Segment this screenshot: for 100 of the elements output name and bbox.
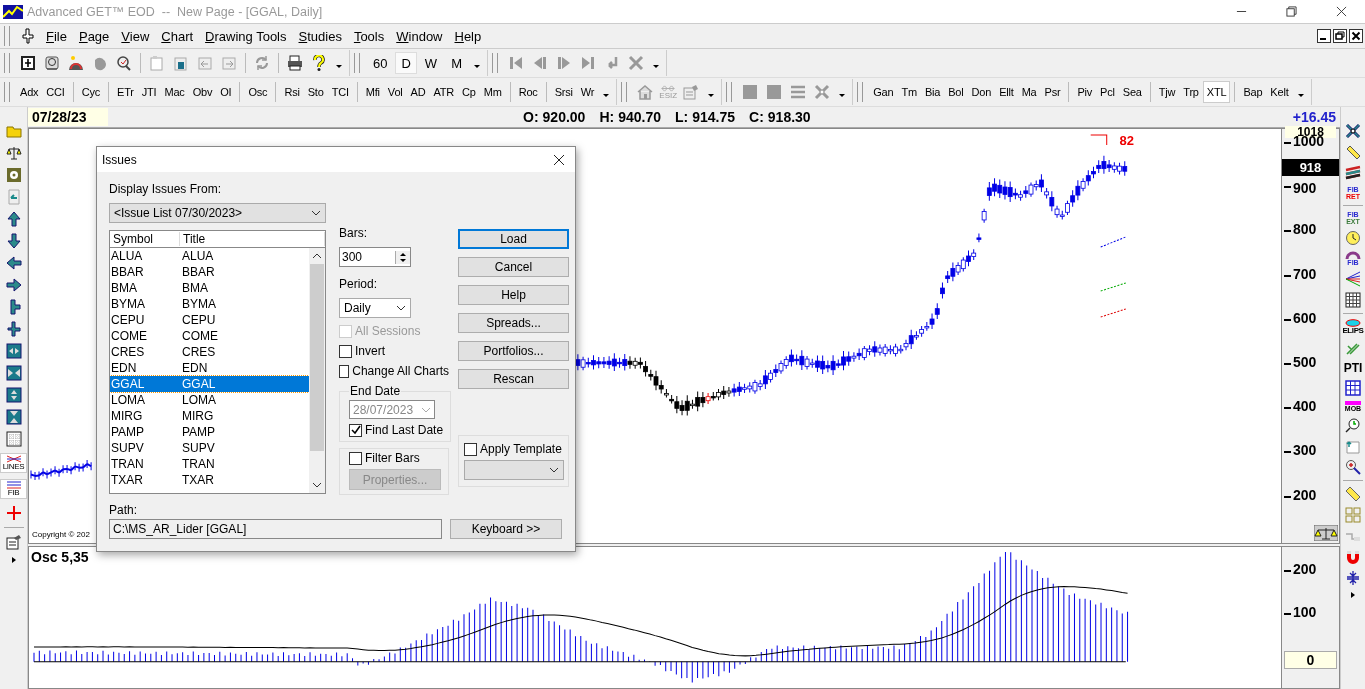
study-button[interactable]: Bap [1239, 81, 1267, 103]
study-button[interactable]: Roc [514, 81, 542, 103]
close-icon[interactable] [553, 153, 565, 166]
expand-vertical-icon[interactable] [5, 387, 22, 403]
expand-arrow-icon[interactable] [1350, 591, 1356, 599]
study-button[interactable]: Ma [1017, 81, 1041, 103]
expand-horizontal-icon[interactable] [5, 343, 22, 359]
period-button[interactable]: D [395, 52, 417, 74]
menu-item[interactable]: Studies [292, 28, 348, 44]
dialog-button[interactable]: Rescan [458, 369, 569, 389]
colored-lines-icon[interactable] [1345, 165, 1361, 181]
pti-button[interactable]: PTI [1343, 361, 1363, 375]
dropdown-caret-icon[interactable] [473, 62, 481, 70]
study-button[interactable]: AD [406, 81, 430, 103]
menu-item[interactable]: Help [448, 28, 488, 44]
bars-spinner[interactable]: 300 [339, 247, 411, 267]
list-row[interactable]: MIRG MIRG [110, 408, 309, 424]
dropdown-caret-icon[interactable] [335, 62, 343, 70]
scroll-up-icon[interactable] [312, 253, 322, 259]
issue-list-dropdown[interactable]: <Issue List 07/30/2023> [109, 203, 326, 223]
mdi-restore-icon[interactable] [1333, 29, 1347, 43]
list-row[interactable]: CRES CRES [110, 344, 309, 360]
study-button[interactable]: Wr [576, 81, 599, 103]
list-row[interactable]: SUPV SUPV [110, 440, 309, 456]
arrow-up-icon[interactable] [5, 211, 22, 227]
dialog-button[interactable]: Help [458, 285, 569, 305]
path-field[interactable]: C:\MS_AR_Lider [GGAL] [109, 519, 442, 539]
dialog-button[interactable]: Spreads... [458, 313, 569, 333]
dropdown-caret-icon[interactable] [707, 91, 716, 99]
scrollbar[interactable] [309, 248, 325, 493]
study-button[interactable]: ATR [429, 81, 459, 103]
menu-item[interactable]: File [40, 28, 73, 44]
clock-icon[interactable] [1345, 230, 1361, 246]
notepad-icon[interactable] [5, 534, 22, 550]
study-button[interactable]: Srsi [550, 81, 577, 103]
menu-item[interactable]: Page [72, 28, 116, 44]
study-button[interactable]: Pcl [1096, 81, 1119, 103]
grid-icon[interactable] [1345, 292, 1361, 308]
study-button[interactable]: Vol [383, 81, 407, 103]
menu-item[interactable]: Chart [155, 28, 200, 44]
keyboard-button[interactable]: Keyboard >> [450, 519, 562, 539]
close-icon[interactable] [1336, 6, 1347, 17]
list-row[interactable]: BYMA BYMA [110, 296, 309, 312]
study-button[interactable]: TCI [327, 81, 353, 103]
checkbox-option[interactable]: Invert [339, 344, 449, 358]
compress-horizontal-icon[interactable] [5, 365, 22, 381]
column-header[interactable]: Symbol [110, 232, 180, 246]
dropdown-caret-icon[interactable] [838, 91, 847, 99]
list-row[interactable]: COME COME [110, 328, 309, 344]
study-button[interactable]: Cp [458, 81, 480, 103]
study-button[interactable]: Osc [244, 81, 272, 103]
list-row[interactable]: CEPU CEPU [110, 312, 309, 328]
printer-icon[interactable] [287, 55, 303, 71]
fan-lines-icon[interactable] [1345, 271, 1361, 287]
study-button[interactable]: Tjw [1154, 81, 1180, 103]
menu-item[interactable]: Window [390, 28, 449, 44]
study-button[interactable]: Don [967, 81, 996, 103]
magnet-icon[interactable] [1345, 549, 1361, 565]
study-button[interactable]: Ellt [995, 81, 1018, 103]
study-button[interactable]: Piv [1073, 81, 1097, 103]
study-button[interactable]: Trp [1179, 81, 1203, 103]
ellipse-tool-button[interactable]: ELIPS [1342, 319, 1364, 335]
study-button[interactable]: JTI [137, 81, 161, 103]
checkbox-option[interactable]: Filter Bars [349, 451, 441, 465]
study-button[interactable]: Rsi [280, 81, 304, 103]
expand-arrow-icon[interactable] [10, 556, 17, 564]
list-row[interactable]: BBAR BBAR [110, 264, 309, 280]
compress-lines-icon[interactable] [1345, 570, 1361, 586]
cross-circle-icon[interactable] [1345, 123, 1361, 139]
study-button[interactable]: Psr [1040, 81, 1065, 103]
menu-item[interactable]: Tools [347, 28, 391, 44]
dropdown-caret-icon[interactable] [652, 62, 660, 70]
study-button[interactable]: Kelt [1266, 81, 1293, 103]
study-button[interactable]: Mac [160, 81, 189, 103]
speedometer-icon[interactable] [68, 55, 84, 71]
list-row[interactable]: ALUA ALUA [110, 248, 309, 264]
period-button[interactable]: W [418, 52, 444, 74]
study-button[interactable]: ETr [113, 81, 138, 103]
help-icon[interactable] [311, 55, 327, 71]
study-button[interactable]: CCI [42, 81, 69, 103]
period-button[interactable]: 60 [367, 52, 394, 74]
menu-item[interactable]: View [115, 28, 156, 44]
checkbox-option[interactable]: Change All Charts [339, 364, 449, 378]
arrow-left-icon[interactable] [5, 255, 22, 271]
list-row[interactable]: LOMA LOMA [110, 392, 309, 408]
study-button[interactable]: Gan [869, 81, 898, 103]
arrow-right-icon[interactable] [5, 277, 22, 293]
compress-vertical-icon[interactable] [5, 409, 22, 425]
list-row[interactable]: PAMP PAMP [110, 424, 309, 440]
study-button[interactable]: Obv [188, 81, 217, 103]
balance-icon[interactable] [5, 145, 22, 161]
study-button[interactable]: Tm [897, 81, 921, 103]
study-button[interactable]: Mm [479, 81, 506, 103]
restore-icon[interactable] [1286, 6, 1297, 17]
lines-tool-button[interactable]: LINES [0, 453, 27, 473]
mdi-minimize-icon[interactable] [1317, 29, 1331, 43]
study-button[interactable]: Mfi [361, 81, 384, 103]
arrow-down-icon[interactable] [5, 233, 22, 249]
study-button[interactable]: Bia [920, 81, 945, 103]
study-button[interactable]: Sto [303, 81, 328, 103]
